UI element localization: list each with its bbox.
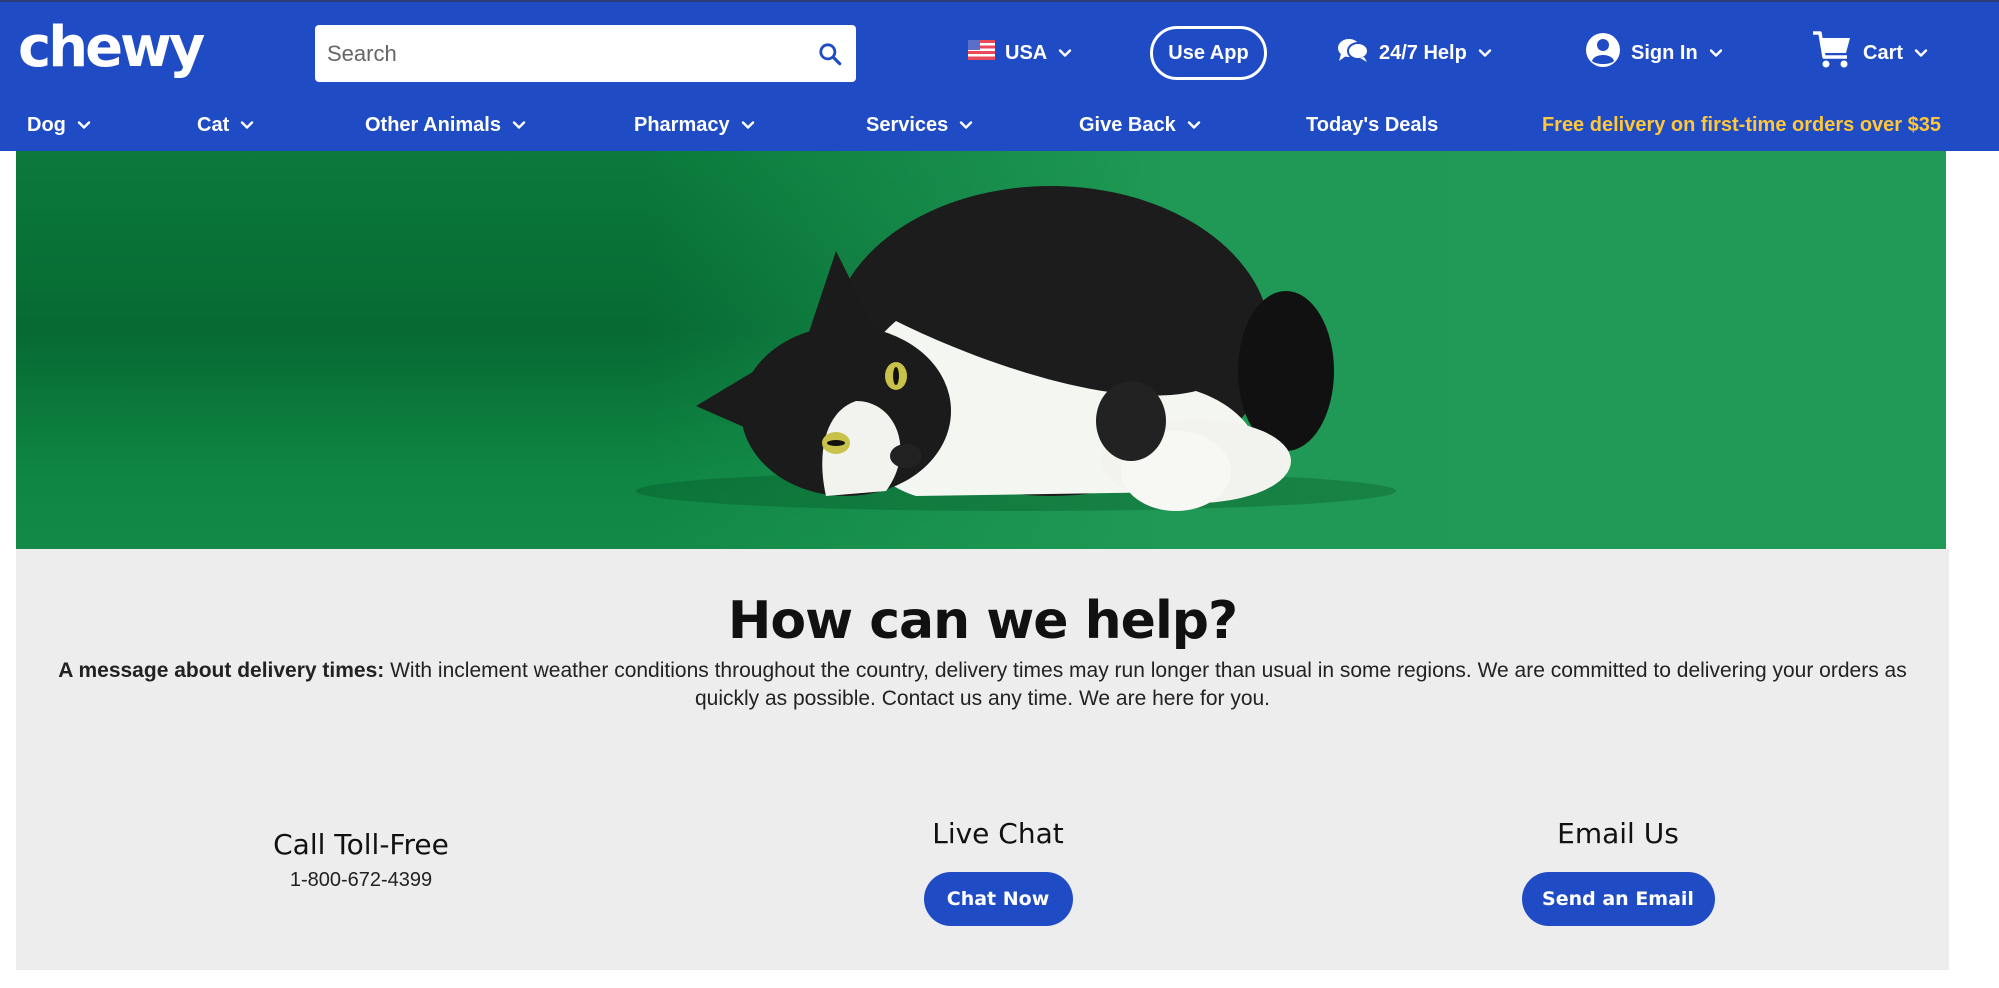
nav-item-dog[interactable]: Dog (27, 102, 92, 148)
cart-icon (1811, 29, 1853, 77)
nav-item-give-back[interactable]: Give Back (1079, 102, 1202, 148)
chevron-down-icon (1914, 49, 1928, 57)
country-label: USA (1005, 41, 1048, 64)
chevron-down-icon (512, 121, 526, 129)
sign-in-label: Sign In (1631, 41, 1698, 64)
chewy-logo-icon: chewy (18, 15, 208, 80)
nav-item-other-animals[interactable]: Other Animals (365, 102, 527, 148)
chevron-down-icon (1187, 121, 1200, 129)
delivery-message-text: With inclement weather conditions throug… (384, 659, 1907, 710)
nav-label: Dog (27, 113, 66, 136)
help-label: 24/7 Help (1379, 41, 1467, 64)
nav-label: Today's Deals (1306, 113, 1439, 136)
site-header: chewy USA Use App 24/7 Help Sign In (0, 0, 1999, 151)
nav-label: Cat (197, 113, 230, 136)
nav-item-cat[interactable]: Cat (197, 102, 255, 148)
chevron-down-icon (77, 121, 91, 129)
chevron-down-icon (241, 121, 254, 129)
live-chat-title: Live Chat (932, 817, 1064, 850)
nav-item-todays-deals[interactable]: Today's Deals (1306, 102, 1438, 148)
delivery-message: A message about delivery times: With inc… (46, 657, 1919, 713)
send-email-button[interactable]: Send an Email (1521, 872, 1715, 926)
live-chat-block: Live Chat Chat Now (783, 817, 1213, 926)
nav-label: Give Back (1079, 113, 1176, 136)
chevron-down-icon (1709, 49, 1722, 57)
account-icon (1585, 32, 1621, 74)
chewy-logo[interactable]: chewy (16, 15, 224, 80)
cart-menu[interactable]: Cart (1811, 27, 1929, 79)
chat-now-button[interactable]: Chat Now (923, 872, 1073, 926)
nav-item-pharmacy[interactable]: Pharmacy (634, 102, 756, 148)
chevron-down-icon (960, 121, 973, 129)
cart-label: Cart (1863, 41, 1904, 64)
free-delivery-promo[interactable]: Free delivery on first-time orders over … (1542, 102, 1941, 148)
chevron-down-icon (1059, 49, 1072, 57)
search-icon[interactable] (816, 40, 844, 68)
email-us-title: Email Us (1557, 817, 1679, 850)
phone-number[interactable]: 1-800-672-4399 (146, 869, 576, 892)
us-flag-icon (968, 40, 995, 66)
call-toll-free-block: Call Toll-Free 1-800-672-4399 (146, 828, 576, 892)
nav-item-services[interactable]: Services (866, 102, 974, 148)
cat-image (636, 186, 1396, 511)
email-us-block: Email Us Send an Email (1403, 817, 1833, 926)
search-box (315, 25, 856, 82)
nav-label: Services (866, 113, 949, 136)
help-title: How can we help? (727, 591, 1238, 651)
chat-bubbles-icon (1337, 37, 1369, 69)
sign-in-menu[interactable]: Sign In (1585, 27, 1724, 79)
country-selector[interactable]: USA (968, 27, 1073, 79)
main-nav: Dog Cat Other Animals Pharmacy Services … (0, 102, 1999, 148)
call-toll-free-title: Call Toll-Free (273, 828, 449, 861)
search-input[interactable] (327, 40, 816, 67)
chevron-down-icon (741, 121, 754, 129)
nav-label: Other Animals (365, 113, 501, 136)
hero-banner (16, 151, 1946, 549)
logo-text: chewy (18, 16, 205, 80)
help-section: How can we help? A message about deliver… (16, 549, 1949, 970)
help-menu[interactable]: 24/7 Help (1337, 27, 1493, 79)
chevron-down-icon (1478, 49, 1492, 57)
use-app-button[interactable]: Use App (1150, 26, 1267, 80)
nav-label: Pharmacy (634, 113, 730, 136)
delivery-message-label: A message about delivery times: (58, 659, 385, 682)
